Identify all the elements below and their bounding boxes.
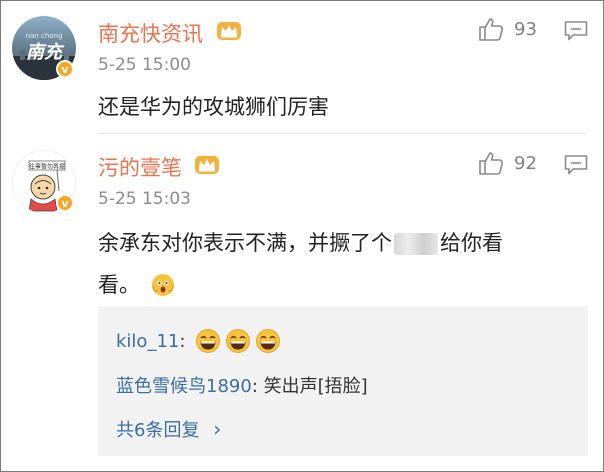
comment-time: 5-25 15:03 <box>98 189 191 209</box>
crown-icon <box>217 22 241 40</box>
reply-box: kilo_11 : 蓝色雪候鸟1890: 笑出声[捂脸] 共6条回复 › <box>98 306 588 456</box>
chevron-right-icon: › <box>213 417 222 441</box>
divider <box>98 133 586 134</box>
comment-text: 余承东对你表示不满，并撅了个 给你看 <box>98 222 503 264</box>
comment-text-part: 给你看 <box>440 231 503 255</box>
laughing-emoji-icon <box>196 329 221 353</box>
reply-item: 蓝色雪候鸟1890 : 笑出声[捂脸] <box>116 372 368 398</box>
username[interactable]: 污的壹笔 <box>98 152 182 182</box>
comment-text-line2: 看。 <box>98 264 176 306</box>
crown-icon <box>195 156 219 174</box>
more-replies-label: 共6条回复 <box>116 420 200 441</box>
reply-item: kilo_11 : <box>116 328 281 354</box>
shocked-emoji-icon <box>152 274 174 296</box>
username[interactable]: 南充快资讯 <box>98 18 203 48</box>
verified-badge-icon: v <box>56 194 74 212</box>
reply-username[interactable]: 蓝色雪候鸟1890 <box>116 372 252 398</box>
reply-separator: : <box>179 330 186 352</box>
verified-badge-icon: v <box>56 60 74 78</box>
like-count: 93 <box>514 18 537 40</box>
like-button[interactable]: 93 <box>478 16 537 42</box>
laughing-emoji-icon <box>256 329 281 353</box>
reply-username[interactable]: kilo_11 <box>116 331 179 352</box>
like-button[interactable]: 92 <box>478 150 537 176</box>
view-more-replies-link[interactable]: 共6条回复 › <box>116 416 221 442</box>
comment-text: 还是华为的攻城狮们厉害 <box>98 95 329 119</box>
comment-time: 5-25 15:00 <box>98 55 191 75</box>
thumbs-up-icon <box>479 152 503 175</box>
blurred-image <box>394 233 438 255</box>
laughing-emoji-icon <box>226 329 251 353</box>
avatar-sign-text: 往事暂勿再提 <box>29 163 65 171</box>
like-count: 92 <box>514 152 537 174</box>
thumbs-up-icon <box>479 18 503 41</box>
reply-text: : 笑出声[捂脸] <box>251 376 368 397</box>
avatar-main-text: 南充 <box>26 42 65 63</box>
comment-text-part: 余承东对你表示不满，并撅了个 <box>98 231 392 255</box>
avatar-top-text: nan chong <box>26 32 63 40</box>
comment-text-part: 看。 <box>98 273 140 297</box>
comment-icon[interactable] <box>564 154 588 176</box>
comment-icon[interactable] <box>564 20 588 42</box>
